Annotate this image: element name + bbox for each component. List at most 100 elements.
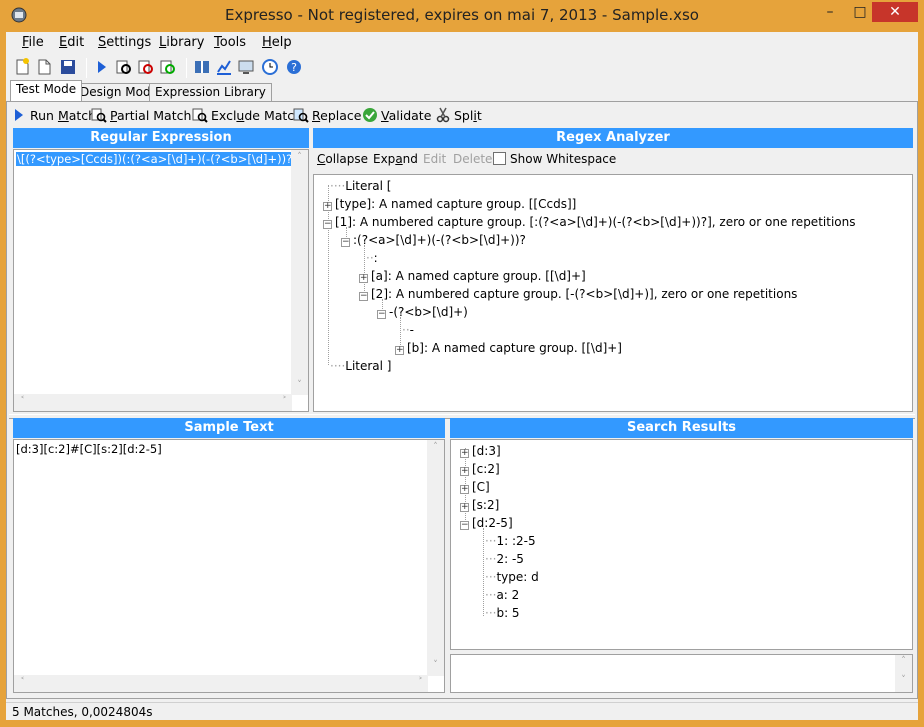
close-button[interactable]: ✕ xyxy=(872,2,918,22)
status-text: 5 Matches, 0,0024804s xyxy=(12,705,153,719)
toolbar-separator xyxy=(86,58,87,78)
scroll-down-icon[interactable]: ˅ xyxy=(291,380,308,390)
tree-node[interactable]: ····Literal ] xyxy=(330,359,392,373)
help-icon[interactable]: ? xyxy=(284,57,304,77)
scroll-right-icon[interactable]: ˃ xyxy=(412,677,429,687)
tree-node[interactable]: −:(?<a>[\d]+)(-(?<b>[\d]+))? xyxy=(341,233,526,247)
sample-vscrollbar[interactable]: ˄ ˅ xyxy=(427,440,444,676)
scroll-up-icon[interactable]: ˄ xyxy=(291,152,308,162)
replace-icon xyxy=(293,108,309,123)
tree-node[interactable]: ··: xyxy=(366,251,378,265)
tree-node[interactable]: + [type]: A named capture group. [[Ccds]] xyxy=(323,197,576,211)
scroll-right-icon[interactable]: ˃ xyxy=(276,396,293,406)
tab-test-mode[interactable]: Test Mode xyxy=(10,80,83,101)
replace-button[interactable]: Replace xyxy=(293,107,361,123)
open-file-icon[interactable] xyxy=(34,57,54,77)
result-item[interactable]: + [s:2] xyxy=(460,498,499,512)
result-item[interactable]: + [C] xyxy=(460,480,490,494)
result-detail-box[interactable]: ˄ ˅ xyxy=(450,654,913,693)
run-match-icon[interactable] xyxy=(92,57,112,77)
title-bar[interactable]: Expresso - Not registered, expires on ma… xyxy=(0,0,924,32)
collapse-icon: − xyxy=(359,291,368,301)
result-child[interactable]: ···b: 5 xyxy=(485,606,520,620)
menu-help[interactable]: Help xyxy=(262,35,292,50)
tree-guide xyxy=(483,528,484,616)
result-child[interactable]: ···a: 2 xyxy=(485,588,519,602)
menu-library[interactable]: Library xyxy=(159,35,204,50)
scissors-icon xyxy=(436,107,450,123)
checkbox-icon[interactable] xyxy=(493,152,506,165)
scroll-up-icon[interactable]: ˄ xyxy=(427,442,444,452)
regex-editor[interactable]: \[(?<type>[Ccds])(:(?<a>[\d]+)(-(?<b>[\d… xyxy=(13,149,309,412)
expand-icon: + xyxy=(460,502,469,512)
tree-node[interactable]: − [2]: A numbered capture group. [-(?<b>[… xyxy=(359,287,797,301)
expand-button[interactable]: Expand xyxy=(373,152,418,166)
edit-button[interactable]: Edit xyxy=(423,152,446,166)
result-item[interactable]: + [c:2] xyxy=(460,462,500,476)
sample-text-editor[interactable]: [d:3][c:2]#[C][s:2][d:2-5] ˄ ˅ ˂ ˃ xyxy=(13,439,445,693)
new-file-icon[interactable] xyxy=(12,57,32,77)
detail-vscrollbar[interactable]: ˄ ˅ xyxy=(895,655,912,692)
menu-edit[interactable]: Edit xyxy=(59,35,84,50)
regex-panel-header: Regular Expression xyxy=(13,128,309,148)
regex-text[interactable]: \[(?<type>[Ccds])(:(?<a>[\d]+)(-(?<b>[\d… xyxy=(16,152,308,166)
collapse-button[interactable]: Collapse xyxy=(317,152,368,166)
client-area: File Edit Settings Library Tools Help ? xyxy=(6,32,918,720)
tree-node[interactable]: + [b]: A named capture group. [[\d]+] xyxy=(395,341,622,355)
partial-match-button[interactable]: Partial Match xyxy=(91,107,191,123)
collapse-icon: − xyxy=(341,237,350,247)
scroll-down-icon[interactable]: ˅ xyxy=(895,675,912,685)
results-panel-header: Search Results xyxy=(450,418,913,438)
menu-file[interactable]: File xyxy=(22,35,44,50)
chart-icon[interactable] xyxy=(214,57,234,77)
analyzer-toolbar: Collapse Expand Edit Delete Show Whitesp… xyxy=(313,148,913,170)
expand-icon: + xyxy=(359,273,368,283)
result-item[interactable]: + [d:3] xyxy=(460,444,501,458)
scroll-left-icon[interactable]: ˂ xyxy=(14,677,31,687)
replace-icon[interactable] xyxy=(158,57,178,77)
menu-settings[interactable]: Settings xyxy=(98,35,151,50)
tree-node[interactable]: ····Literal [ xyxy=(330,179,392,193)
test-mode-page: Run Match Partial Match Exclude Match Re… xyxy=(6,101,918,699)
tree-node[interactable]: − -(?<b>[\d]+) xyxy=(377,305,468,319)
scroll-left-icon[interactable]: ˂ xyxy=(14,396,31,406)
run-match-button[interactable]: Run Match xyxy=(11,107,96,123)
tab-expression-library[interactable]: Expression Library xyxy=(149,83,272,101)
validate-button[interactable]: Validate xyxy=(362,107,431,123)
toolbar-separator xyxy=(186,58,187,78)
regex-hscrollbar[interactable]: ˂ ˃ xyxy=(14,394,292,411)
scroll-down-icon[interactable]: ˅ xyxy=(427,660,444,670)
toolbar: ? xyxy=(6,54,918,80)
show-whitespace-checkbox[interactable]: Show Whitespace xyxy=(493,152,616,166)
results-tree[interactable]: + [d:3] + [c:2] + [C] + [s:2] − [d:2-5] ···1:… xyxy=(450,439,913,650)
regex-vscrollbar[interactable]: ˄ ˅ xyxy=(291,150,308,395)
result-child[interactable]: ···2: -5 xyxy=(485,552,524,566)
library-icon[interactable] xyxy=(192,57,212,77)
svg-text:?: ? xyxy=(291,61,297,74)
minimize-button[interactable]: – xyxy=(818,2,842,22)
tree-node[interactable]: − [1]: A numbered capture group. [:(?<a>[… xyxy=(323,215,855,229)
sample-text[interactable]: [d:3][c:2]#[C][s:2][d:2-5] xyxy=(16,442,162,456)
clock-icon[interactable] xyxy=(260,57,280,77)
expand-icon: + xyxy=(460,448,469,458)
collapse-icon: − xyxy=(377,309,386,319)
mode-tabs: Test Mode Design Mode Expression Library xyxy=(6,80,918,102)
split-button[interactable]: Split xyxy=(435,107,482,123)
menu-tools[interactable]: Tools xyxy=(214,35,246,50)
tree-node[interactable]: + [a]: A named capture group. [[\d]+] xyxy=(359,269,586,283)
tree-node[interactable]: ··- xyxy=(402,323,414,337)
app-window: Expresso - Not registered, expires on ma… xyxy=(0,0,924,727)
analyzer-tree[interactable]: ····Literal [ + [type]: A named capture g… xyxy=(313,174,913,412)
result-child[interactable]: ···1: :2-5 xyxy=(485,534,536,548)
exclude-match-icon[interactable] xyxy=(136,57,156,77)
delete-button[interactable]: Delete xyxy=(453,152,492,166)
partial-match-icon[interactable] xyxy=(114,57,134,77)
maximize-button[interactable]: □ xyxy=(848,2,872,22)
result-item[interactable]: − [d:2-5] xyxy=(460,516,513,530)
screen-icon[interactable] xyxy=(236,57,256,77)
save-icon[interactable] xyxy=(58,57,78,77)
scroll-up-icon[interactable]: ˄ xyxy=(895,656,912,666)
sample-hscrollbar[interactable]: ˂ ˃ xyxy=(14,675,428,692)
exclude-match-button[interactable]: Exclude Match xyxy=(192,107,302,123)
result-child[interactable]: ···type: d xyxy=(485,570,539,584)
